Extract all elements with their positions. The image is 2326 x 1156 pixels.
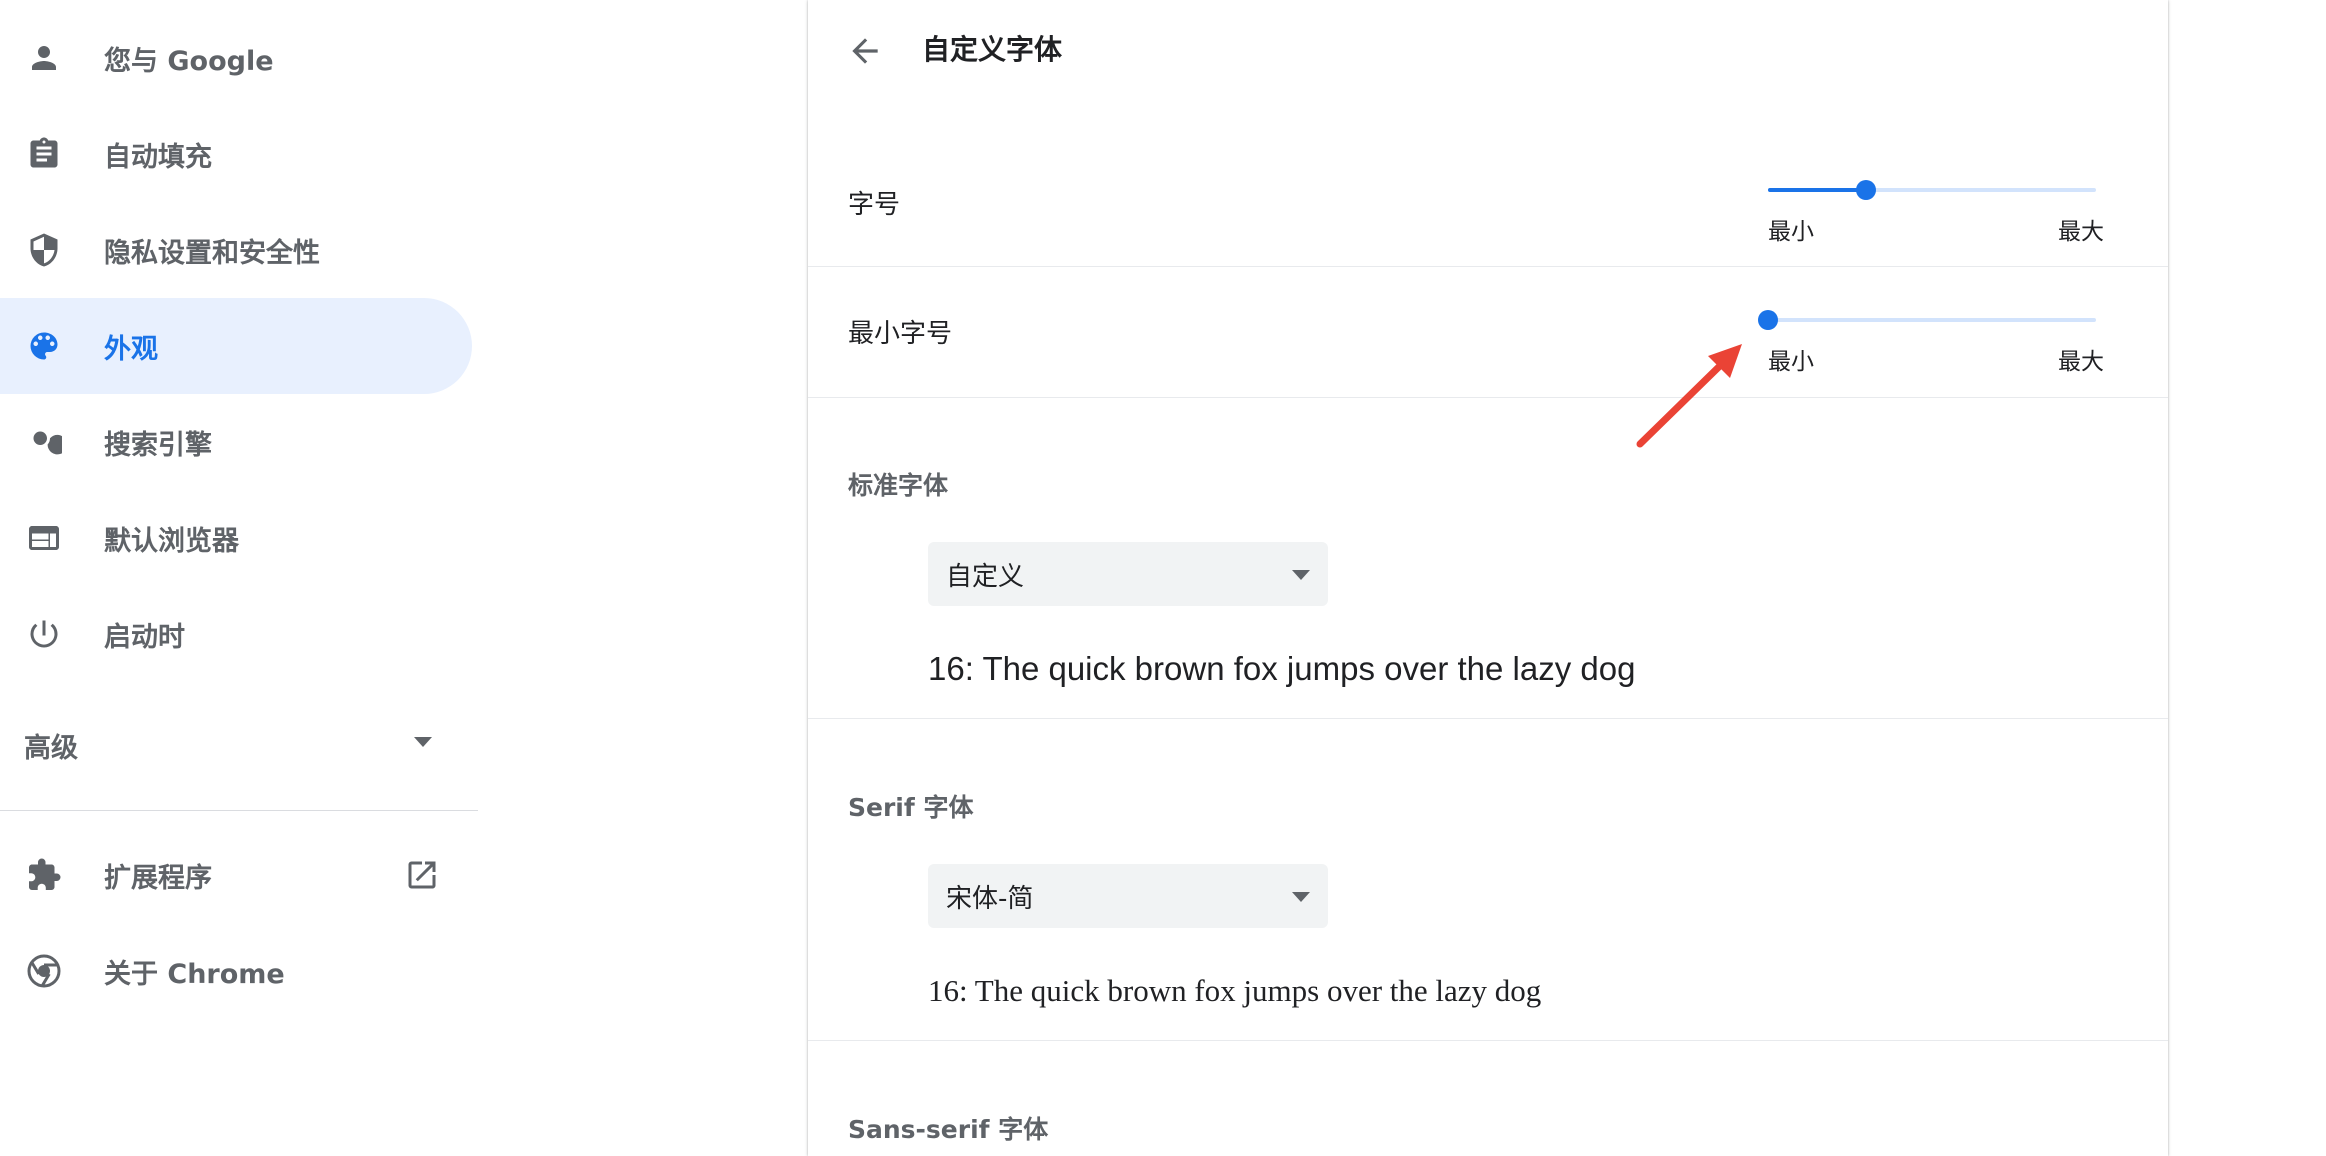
shield-icon [26,232,62,268]
slider-track [1768,318,2096,322]
sidebar-item-on-startup[interactable]: 启动时 [0,586,472,682]
browser-window-icon [26,520,62,556]
open-in-new-icon[interactable] [404,857,440,893]
puzzle-icon [26,857,62,893]
chevron-down-icon [414,737,432,747]
min-font-size-label: 最小字号 [848,319,953,349]
sidebar-item-label: 搜索引擎 [104,429,212,461]
palette-icon [26,328,62,364]
slider-max-label: 最大 [2058,349,2104,375]
row-divider [808,397,2168,398]
select-value: 自定义 [946,561,1025,592]
sidebar-item-label: 启动时 [104,621,185,653]
font-size-slider[interactable]: 最小 最大 [1760,172,2104,245]
advanced-label: 高级 [24,732,78,764]
sidebar-item-autofill[interactable]: 自动填充 [0,106,472,202]
page-title: 自定义字体 [922,33,1063,66]
person-icon [26,40,62,76]
serif-font-select[interactable]: 宋体-简 [928,864,1328,928]
sidebar-advanced-toggle[interactable]: 高级 [0,697,472,793]
slider-max-label: 最大 [2058,219,2104,245]
sidebar-item-appearance[interactable]: 外观 [0,298,472,394]
sidebar-item-search-engine[interactable]: 搜索引擎 [0,394,472,490]
standard-font-select[interactable]: 自定义 [928,542,1328,606]
row-divider [808,718,2168,719]
sidebar-item-label: 扩展程序 [104,862,212,894]
power-icon [26,616,62,652]
dropdown-caret-icon [1292,892,1310,902]
sidebar-item-label: 默认浏览器 [104,525,239,557]
clipboard-icon [26,136,62,172]
select-value: 宋体-简 [946,883,1034,914]
min-font-size-slider[interactable]: 最小 最大 [1758,302,2104,375]
sidebar-item-label: 您与 Google [104,45,274,77]
chrome-logo-icon [26,953,62,989]
card-header: 自定义字体 [808,0,2168,100]
min-font-size-row: 最小字号 最小 最大 [808,267,2168,397]
sidebar-item-label: 隐私设置和安全性 [104,237,320,269]
slider-knob[interactable] [1856,180,1877,200]
settings-sidebar: 您与 Google 自动填充 隐私设置和安全性 外观 搜索引擎 默认浏览器 启动… [0,0,478,1156]
font-size-row: 字号 最小 最大 [808,140,2168,266]
sidebar-item-extensions[interactable]: 扩展程序 [0,827,472,923]
sans-serif-font-label: Sans-serif 字体 [848,1115,1049,1144]
serif-font-sample: 16: The quick brown fox jumps over the l… [928,973,1542,1008]
sidebar-item-label: 外观 [104,333,158,365]
sidebar-item-label: 关于 Chrome [104,958,285,990]
back-arrow-icon[interactable] [846,32,884,70]
search-icon [26,424,62,460]
row-divider [808,1040,2168,1041]
standard-font-label: 标准字体 [848,471,949,500]
slider-min-label: 最小 [1768,219,1814,245]
slider-min-label: 最小 [1768,349,1814,375]
serif-font-label: Serif 字体 [848,793,974,822]
font-size-label: 字号 [848,190,901,220]
sidebar-item-label: 自动填充 [104,141,212,173]
sidebar-item-default-browser[interactable]: 默认浏览器 [0,490,472,586]
sidebar-divider [0,810,478,811]
slider-fill [1768,188,1867,192]
sidebar-item-about-chrome[interactable]: 关于 Chrome [0,923,472,1019]
sidebar-item-you-and-google[interactable]: 您与 Google [0,10,472,106]
sidebar-item-privacy[interactable]: 隐私设置和安全性 [0,202,472,298]
slider-knob[interactable] [1758,310,1778,330]
dropdown-caret-icon [1292,570,1310,580]
standard-font-sample: 16: The quick brown fox jumps over the l… [928,650,1636,687]
customize-fonts-card: 自定义字体 字号 最小 最大 最小字号 最小 最大 标准字体 自定义 16: T… [808,0,2168,1156]
